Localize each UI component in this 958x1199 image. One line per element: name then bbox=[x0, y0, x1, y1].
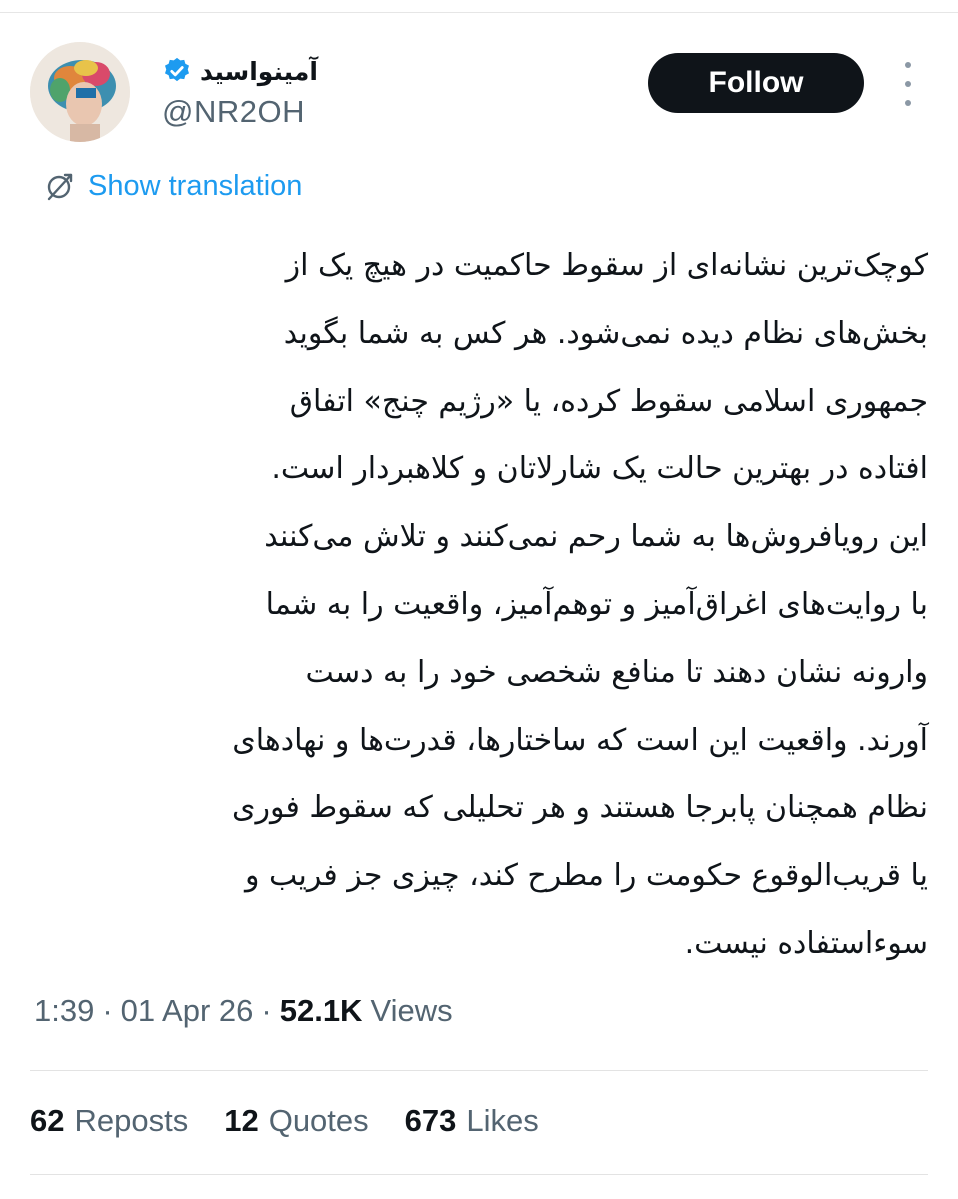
show-translation-link[interactable]: Show translation bbox=[44, 166, 302, 206]
tweet-line: جمهوری اسلامی سقوط کرده، یا «رژیم چنج» ا… bbox=[289, 383, 928, 419]
tweet-line: این رویافروش‌ها به شما رحم نمی‌کنند و تل… bbox=[264, 519, 928, 555]
tweet-time[interactable]: 1:39 bbox=[34, 993, 94, 1029]
tweet-line: با روایت‌های اغراق‌آمیز و توهم‌آمیز، واق… bbox=[265, 586, 928, 622]
tweet-line: نظام همچنان پابرجا هستند و هر تحلیلی که … bbox=[232, 790, 928, 826]
reposts-label: Reposts bbox=[74, 1103, 189, 1138]
meta-separator: · bbox=[102, 993, 113, 1028]
dot bbox=[905, 62, 911, 68]
dot bbox=[905, 100, 911, 106]
show-translation-label[interactable]: Show translation bbox=[88, 170, 302, 203]
divider bbox=[30, 1070, 928, 1071]
tweet-body: کوچک‌ترین نشانه‌ای از سقوط حاکمیت در هیچ… bbox=[30, 232, 928, 978]
engagement-stats: 62 Reposts 12 Quotes 673 Likes bbox=[30, 1098, 575, 1144]
tweet-meta: 1:39 · 01 Apr 26 · 52.1K Views bbox=[34, 988, 453, 1034]
display-name[interactable]: آمینواسید bbox=[200, 57, 318, 86]
user-handle[interactable]: @NR2OH bbox=[162, 94, 318, 130]
views-label: Views bbox=[370, 993, 453, 1028]
quotes-count: 12 bbox=[224, 1103, 259, 1138]
follow-button[interactable]: Follow bbox=[648, 53, 864, 113]
likes-count: 673 bbox=[404, 1103, 457, 1138]
tweet-line: سوءاستفاده نیست. bbox=[684, 925, 928, 961]
tweet-date[interactable]: 01 Apr 26 bbox=[121, 993, 254, 1029]
dot bbox=[905, 81, 911, 87]
reposts-count: 62 bbox=[30, 1103, 65, 1138]
views-count[interactable]: 52.1K bbox=[280, 993, 363, 1029]
reposts-stat[interactable]: 62 Reposts bbox=[30, 1103, 188, 1139]
quotes-stat[interactable]: 12 Quotes bbox=[224, 1103, 368, 1139]
quotes-label: Quotes bbox=[268, 1103, 369, 1138]
meta-separator: · bbox=[261, 993, 272, 1028]
top-edge bbox=[0, 0, 958, 13]
tweet-line: یا قریب‌الوقوع حکومت را مطرح کند، چیزی ج… bbox=[245, 858, 928, 894]
tweet-line: آورند. واقعیت این است که ساختارها، قدرت‌… bbox=[232, 722, 928, 758]
divider bbox=[30, 1174, 928, 1175]
tweet-line: کوچک‌ترین نشانه‌ای از سقوط حاکمیت در هیچ… bbox=[285, 248, 928, 283]
user-info: آمینواسید @NR2OH bbox=[162, 54, 318, 130]
tweet-line: افتاده در بهترین حالت یک شارلاتان و کلاه… bbox=[271, 451, 928, 487]
verified-badge-icon bbox=[165, 57, 189, 82]
tweet-line: وارونه نشان دهند تا منافع شخصی خود را به… bbox=[305, 654, 928, 690]
tweet-line: بخش‌های نظام دیده نمی‌شود. هر کس به شما … bbox=[283, 315, 928, 351]
translate-icon bbox=[47, 173, 73, 201]
likes-label: Likes bbox=[466, 1103, 539, 1138]
likes-stat[interactable]: 673 Likes bbox=[405, 1103, 539, 1139]
tweet-header: آمینواسید @NR2OH Follow bbox=[0, 40, 958, 150]
profile-avatar[interactable] bbox=[30, 42, 130, 142]
avatar-image bbox=[30, 42, 130, 142]
name-row: آمینواسید bbox=[162, 54, 318, 88]
more-dots-icon[interactable] bbox=[896, 62, 920, 106]
